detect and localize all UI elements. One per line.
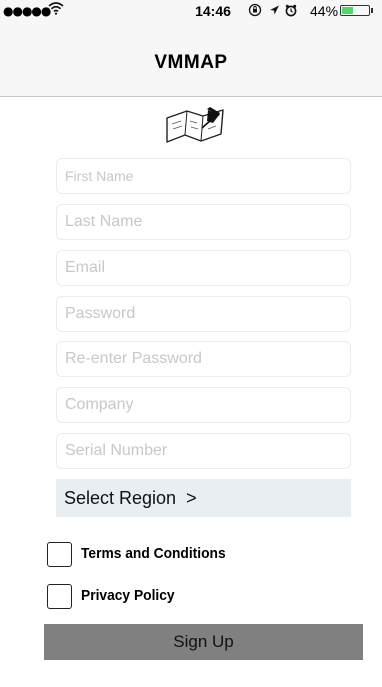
last-name-input[interactable]: [57, 205, 350, 239]
battery-fill: [342, 7, 353, 14]
battery-icon: [340, 5, 370, 16]
location-icon: [270, 5, 279, 15]
password-input[interactable]: [57, 297, 350, 331]
privacy-label: Privacy Policy: [81, 587, 175, 604]
reenter-password-input[interactable]: [57, 342, 350, 376]
first-name-field[interactable]: [56, 158, 351, 194]
map-pin-icon: [163, 104, 227, 150]
privacy-checkbox[interactable]: [47, 584, 72, 609]
last-name-field[interactable]: [56, 204, 351, 240]
battery-percent: 44%: [310, 3, 339, 19]
serial-number-input[interactable]: [57, 434, 350, 468]
email-field[interactable]: [56, 250, 351, 286]
navigation-bar: VMMAP: [0, 20, 382, 97]
orientation-lock-icon: [248, 3, 262, 17]
page-title: VMMAP: [154, 52, 228, 73]
company-field[interactable]: [56, 387, 351, 423]
company-input[interactable]: [57, 388, 350, 422]
select-region-label: Select Region >: [64, 488, 197, 508]
reenter-password-field[interactable]: [56, 341, 351, 377]
terms-label: Terms and Conditions: [81, 545, 226, 562]
alarm-icon: [285, 4, 297, 17]
serial-number-field[interactable]: [56, 433, 351, 469]
status-icons: [248, 2, 304, 22]
first-name-input[interactable]: [57, 159, 350, 193]
status-bar: ●●●●● 14:46 44%: [0, 0, 382, 20]
terms-checkbox[interactable]: [47, 542, 72, 567]
sign-up-button[interactable]: Sign Up: [44, 624, 363, 660]
password-field[interactable]: [56, 296, 351, 332]
battery-tip: [371, 8, 373, 13]
select-region-button[interactable]: Select Region >: [56, 479, 351, 517]
email-input[interactable]: [57, 251, 350, 285]
